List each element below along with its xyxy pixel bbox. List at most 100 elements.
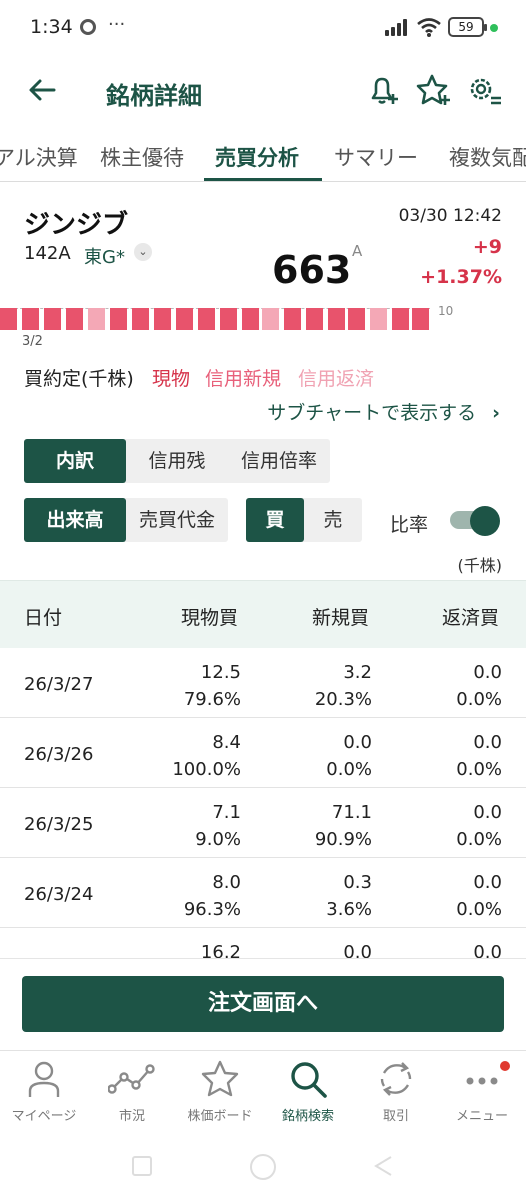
segment-buy[interactable]: 買 xyxy=(246,498,304,542)
header-spot-buy: 現物買 xyxy=(181,607,239,629)
subchart-link[interactable]: サブチャートで表示する › xyxy=(267,398,500,425)
segment-margin-balance[interactable]: 信用残 xyxy=(126,439,228,483)
legend-margin-new: 信用新規 xyxy=(205,368,282,390)
nav-market[interactable]: 市況 xyxy=(88,1059,176,1137)
cell-repay-buy: 0.0 0.0% xyxy=(456,662,502,710)
tab-trading-analysis[interactable]: 売買分析 xyxy=(215,142,299,172)
nav-trade[interactable]: 取引 xyxy=(352,1059,440,1137)
unit-label: (千株) xyxy=(457,556,503,575)
nav-stock-board[interactable]: 株価ボード xyxy=(176,1059,264,1137)
back-arrow-icon[interactable] xyxy=(26,74,58,106)
status-bar: 1:34 ··· 59 xyxy=(0,0,526,56)
chart-axis-value: 10 xyxy=(438,304,454,318)
side-segment: 買 売 xyxy=(246,498,362,542)
chevron-down-icon[interactable]: ⌄ xyxy=(134,243,152,261)
search-icon xyxy=(291,1062,327,1098)
tab-bar: アル決算 株主優待 売買分析 サマリー 複数気配 xyxy=(0,130,526,182)
table-row: 26/3/24 8.0 96.3% 0.3 3.6% 0.0 0.0% xyxy=(0,858,526,928)
cell-repay-buy: 0.0 0.0% xyxy=(456,802,502,850)
table-row: 16.2 0.0 0.0 xyxy=(0,928,526,958)
status-time: 1:34 xyxy=(30,16,73,38)
cell-spot-buy: 7.1 9.0% xyxy=(195,802,241,850)
volume-type-segment: 出来高 売買代金 xyxy=(24,498,228,542)
nav-label: 銘柄検索 xyxy=(281,1109,334,1124)
tab-shareholder-benefits[interactable]: 株主優待 xyxy=(100,142,184,172)
cell-spot-buy: 16.2 xyxy=(200,942,241,958)
refresh-icon xyxy=(380,1062,412,1096)
nav-label: マイページ xyxy=(11,1109,77,1124)
cell-repay-buy: 0.0 0.0% xyxy=(456,732,502,780)
cell-spot-buy: 12.5 79.6% xyxy=(183,662,241,710)
header-repay-buy: 返済買 xyxy=(442,607,500,629)
segment-sell[interactable]: 売 xyxy=(304,498,362,542)
bottom-nav: マイページ 市況 株価ボード 銘柄検索 取引 メニュー xyxy=(0,1050,526,1136)
legend-title: 買約定(千株) xyxy=(24,368,134,390)
table-row: 26/3/27 12.5 79.6% 3.2 20.3% 0.0 0.0% xyxy=(0,648,526,718)
legend-spot: 現物 xyxy=(152,368,191,390)
tab-multi-quotes[interactable]: 複数気配 xyxy=(449,142,526,172)
chrome-icon xyxy=(80,19,96,35)
row-date: 26/3/26 xyxy=(24,744,94,765)
wifi-icon xyxy=(417,18,441,37)
nav-label: 株価ボード xyxy=(187,1109,253,1124)
cell-new-buy: 71.1 90.9% xyxy=(314,802,372,850)
chart-gridline xyxy=(0,308,430,309)
quote-datetime: 03/30 12:42 xyxy=(398,206,502,226)
order-screen-button[interactable]: 注文画面へ xyxy=(22,976,504,1032)
nav-mypage[interactable]: マイページ xyxy=(0,1059,88,1137)
segment-trading-value[interactable]: 売買代金 xyxy=(126,498,228,542)
nav-label: 市況 xyxy=(118,1109,145,1124)
cell-new-buy: 0.0 xyxy=(343,942,372,958)
nav-label: メニュー xyxy=(455,1109,508,1124)
current-price: 663 xyxy=(272,248,352,292)
header-new-buy: 新規買 xyxy=(312,607,370,629)
system-nav-bar xyxy=(0,1140,526,1200)
analysis-type-segment: 内訳 信用残 信用倍率 xyxy=(24,439,330,483)
segment-volume[interactable]: 出来高 xyxy=(24,498,126,542)
notification-badge xyxy=(500,1061,510,1071)
home-button[interactable] xyxy=(250,1154,276,1180)
row-date: 26/3/27 xyxy=(24,674,94,695)
page-title: 銘柄詳細 xyxy=(106,82,202,110)
subchart-link-label: サブチャートで表示する xyxy=(267,402,477,424)
nav-menu[interactable]: メニュー xyxy=(438,1059,526,1137)
row-date: 26/3/24 xyxy=(24,884,94,905)
price-change: +9 xyxy=(472,236,502,258)
nav-label: 取引 xyxy=(382,1109,409,1124)
segment-breakdown[interactable]: 内訳 xyxy=(24,439,126,483)
person-icon xyxy=(28,1061,60,1097)
cell-new-buy: 0.0 0.0% xyxy=(326,732,372,780)
cell-new-buy: 3.2 20.3% xyxy=(314,662,372,710)
ratio-toggle[interactable] xyxy=(450,506,500,536)
star-plus-icon[interactable] xyxy=(416,72,452,108)
market-line-icon xyxy=(108,1064,155,1094)
star-icon xyxy=(201,1060,239,1097)
header-date: 日付 xyxy=(24,607,63,629)
tab-summary[interactable]: サマリー xyxy=(334,142,418,172)
row-date: 26/3/25 xyxy=(24,814,94,835)
recents-button[interactable] xyxy=(132,1156,152,1176)
chart-start-date: 3/2 xyxy=(22,334,43,349)
price-flag: A xyxy=(352,242,363,260)
table-row: 26/3/25 7.1 9.0% 71.1 90.9% 0.0 0.0% xyxy=(0,788,526,858)
market-selector[interactable]: 東G* xyxy=(84,243,125,269)
cell-spot-buy: 8.4 100.0% xyxy=(172,732,241,780)
table-body: 26/3/27 12.5 79.6% 3.2 20.3% 0.0 0.0% 26/3/… xyxy=(0,648,526,958)
cell-new-buy: 0.3 3.6% xyxy=(326,872,372,920)
price-change-percent: +1.37% xyxy=(420,266,502,288)
privacy-dot-icon xyxy=(490,24,498,32)
back-button[interactable] xyxy=(372,1154,394,1178)
settings-gear-icon[interactable] xyxy=(466,72,502,108)
tab-financials[interactable]: アル決算 xyxy=(0,142,78,172)
table-header: 日付 現物買 新規買 返済買 xyxy=(0,580,526,648)
bell-plus-icon[interactable] xyxy=(366,72,402,108)
segment-margin-ratio[interactable]: 信用倍率 xyxy=(228,439,330,483)
nav-stock-search[interactable]: 銘柄検索 xyxy=(264,1059,352,1137)
signal-icon xyxy=(385,18,411,36)
table-row: 26/3/26 8.4 100.0% 0.0 0.0% 0.0 0.0% xyxy=(0,718,526,788)
chevron-right-icon: › xyxy=(492,402,500,424)
ratio-toggle-label: 比率 xyxy=(390,514,429,536)
more-notifications-icon: ··· xyxy=(108,14,126,35)
stock-code: 142A xyxy=(24,243,71,264)
battery-icon: 59 xyxy=(448,17,487,37)
